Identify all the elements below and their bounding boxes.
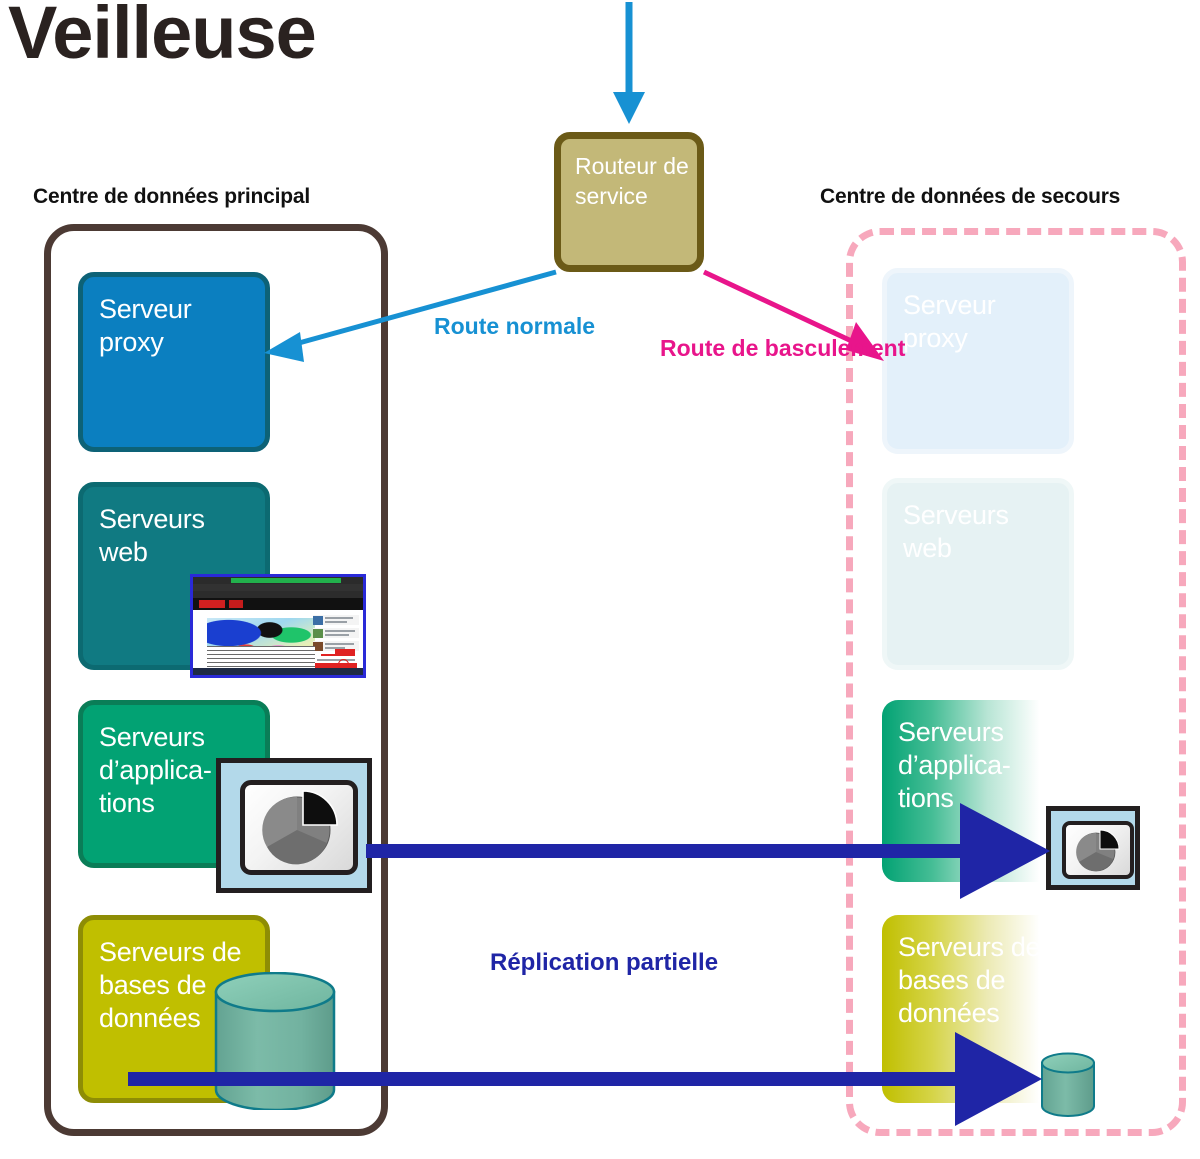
pie-chart-monitor-icon [216,758,372,893]
normal-route-label-line1: Route [434,313,500,339]
browser-bookmarks-row [193,591,363,598]
primary-datacenter-heading: Centre de données principal [33,185,310,208]
replication-label: Réplication partielle [490,949,719,976]
web-servers-backup-box[interactable]: Serveurs web [882,478,1074,670]
service-router-node[interactable]: Routeur de service [554,132,704,272]
failover-route-label-line1: Route de [660,335,759,361]
browser-cta-button [335,649,355,656]
normal-route-label: Route normale [434,312,595,341]
application-servers-backup-label-line2: d’applica- [898,750,1011,780]
browser-taskbar [193,668,363,675]
pie-chart-monitor-backup-icon [1046,806,1140,890]
proxy-server-box[interactable]: Serveur proxy [78,272,270,452]
pie-chart-icon [262,790,338,865]
normal-route-label-line2: normale [505,313,596,339]
web-servers-backup-label-line2: web [903,533,952,563]
database-servers-backup-label-line1: Serveurs de [898,932,1041,962]
browser-sidebar-line [325,621,347,623]
browser-site-red-button [229,600,243,608]
failover-route-label: Route de basculement [660,334,905,363]
pie-chart-screen-backup [1062,821,1134,879]
browser-tab-row [193,584,363,591]
browser-sidebar-line [317,659,355,661]
page-title: Veilleuse [8,0,317,74]
database-servers-label-line1: Serveurs de [99,937,242,967]
proxy-server-label-line1: Serveur [99,294,192,324]
web-servers-label-line1: Serveurs [99,504,205,534]
pie-chart-screen [240,780,358,875]
browser-sidebar-line [325,634,349,636]
incoming-traffic-arrow [613,2,645,124]
browser-sidebar [313,615,359,669]
proxy-server-backup-label-line1: Serveur [903,290,996,320]
browser-article-text [207,646,315,668]
application-servers-label-line1: Serveurs [99,722,205,752]
database-cylinder-icon [213,971,337,1112]
database-servers-backup-label-line3: données [898,998,1000,1028]
database-servers-backup-label-line2: bases de [898,965,1006,995]
browser-sidebar-thumb [313,616,323,625]
browser-site-logo [199,600,225,608]
browser-window-icon [190,574,366,678]
failover-route-label-line2: basculement [764,335,906,361]
database-cylinder-shape [214,971,336,1112]
pie-chart-backup-icon [1076,829,1120,872]
proxy-server-backup-label-line2: proxy [903,323,968,353]
diagram-canvas: Veilleuse Centre de données principal Ce… [0,0,1200,1159]
web-servers-backup-label-line1: Serveurs [903,500,1009,530]
router-label-line1: Routeur [575,153,657,179]
browser-sidebar-thumb [313,629,323,638]
browser-sidebar-line [325,630,355,632]
browser-sidebar-line [325,617,353,619]
database-cylinder-backup-icon [1040,1052,1096,1118]
application-servers-backup-label-line1: Serveurs [898,717,1004,747]
browser-address-highlight [231,578,341,583]
database-cylinder-backup-shape [1041,1052,1095,1117]
backup-datacenter-heading: Centre de données de secours [820,185,1121,208]
browser-sidebar-line [325,643,354,645]
proxy-server-label-line2: proxy [99,327,164,357]
proxy-server-backup-box[interactable]: Serveur proxy [882,268,1074,454]
web-servers-label-line2: web [99,537,148,567]
